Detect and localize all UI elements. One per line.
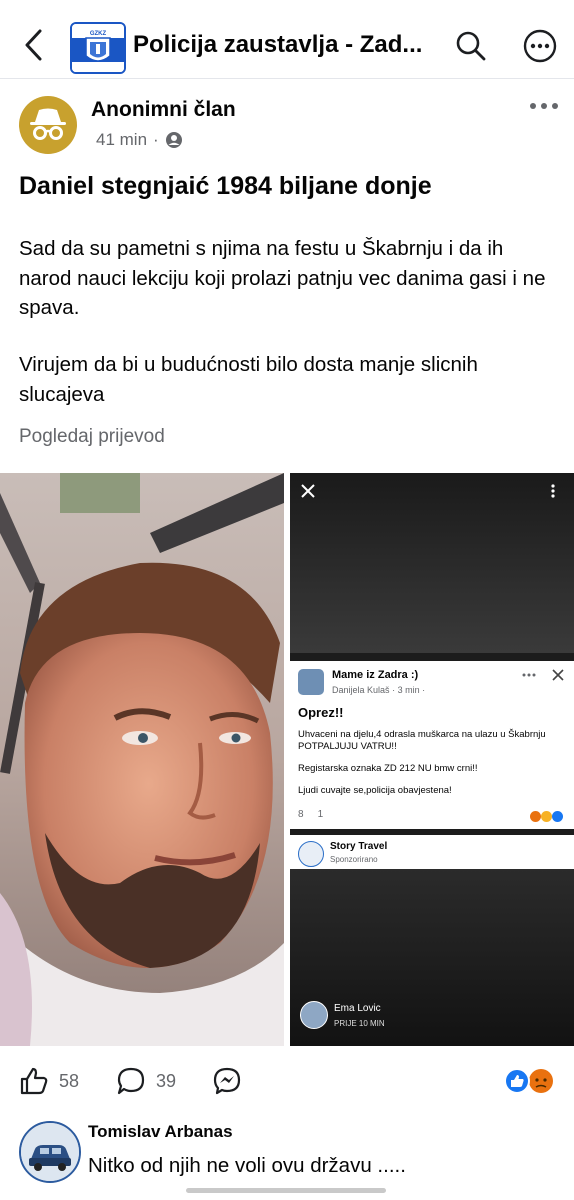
car-avatar-image [21, 1123, 79, 1181]
embedded-group-name: Mame iz Zadra :) [332, 669, 419, 681]
sponsor-name: Story Travel [330, 841, 388, 852]
embedded-dot-1: · [392, 685, 396, 695]
comment-author[interactable]: Tomislav Arbanas [88, 1122, 233, 1142]
comment-icon [117, 1067, 145, 1095]
sponsor-avatar [298, 841, 324, 867]
search-icon[interactable] [455, 30, 487, 62]
comment-avatar[interactable] [19, 1121, 81, 1183]
embedded-reactions [530, 809, 568, 822]
group-logo-image: GZKZ [72, 24, 124, 72]
story-user-avatar [300, 1001, 328, 1029]
post-body-paragraph-2: Virujem da bi u budućnosti bilo dosta ma… [19, 353, 478, 406]
post-photo-portrait[interactable] [0, 473, 284, 1046]
messenger-share-button[interactable] [212, 1066, 242, 1096]
embedded-likes: 8 [298, 809, 304, 820]
anonymous-avatar[interactable] [19, 96, 77, 154]
embedded-poster: Danijela Kulaš [332, 685, 390, 695]
post-body-paragraph-1: Sad da su pametni s njima na festu u Ška… [19, 237, 546, 319]
like-button[interactable]: 58 [19, 1066, 79, 1096]
like-icon [20, 1067, 48, 1095]
portrait-illustration [0, 473, 284, 1046]
post-photo-screenshot[interactable]: Mame iz Zadra :) Danijela Kulaš · 3 min … [290, 473, 574, 1046]
story-more-icon[interactable] [550, 483, 556, 499]
embedded-meta: Danijela Kulaš · 3 min · [332, 685, 425, 695]
embedded-comments: 1 [317, 809, 324, 820]
post-options-icon[interactable] [528, 98, 560, 114]
post-meta: 41 min · [96, 130, 183, 150]
embedded-post-card: Mame iz Zadra :) Danijela Kulaš · 3 min … [290, 661, 574, 829]
translate-link[interactable]: Pogledaj prijevod [19, 426, 165, 448]
story-top [290, 473, 574, 653]
embedded-time: 3 min [397, 685, 420, 695]
incognito-icon [30, 108, 66, 140]
embedded-close-icon [552, 669, 564, 681]
messenger-icon [213, 1067, 241, 1095]
members-icon [165, 132, 182, 148]
angry-reaction-icon [529, 1069, 553, 1093]
embedded-group-avatar [298, 669, 324, 695]
more-icon[interactable] [523, 29, 557, 63]
embedded-line-1: Uhvaceni na djelu,4 odrasla muškarca na … [298, 729, 546, 752]
group-title[interactable]: Policija zaustavlja - Zad... [133, 31, 422, 59]
comment-text: Nitko od njih ne voli ovu državu ..... [88, 1154, 406, 1177]
comment-button[interactable]: 39 [116, 1066, 176, 1096]
story-user: Ema Lovic [334, 1003, 381, 1014]
sponsor-label: Sponzorirano [330, 855, 378, 864]
embedded-more-icon [522, 673, 536, 677]
embedded-dot-2: · [422, 685, 426, 695]
post-author[interactable]: Anonimni član [91, 98, 236, 122]
post-time[interactable]: 41 min [96, 130, 147, 150]
reactions-summary[interactable] [504, 1068, 556, 1094]
comment-count: 39 [156, 1070, 177, 1091]
home-indicator [186, 1188, 386, 1193]
embedded-line-3: Ljudi cuvajte se,policija obavjestena! [298, 785, 452, 796]
embedded-line-2: Registarska oznaka ZD 212 NU bmw crni!! [298, 763, 478, 774]
post-title: Daniel stegnjaić 1984 biljane donje [19, 172, 432, 200]
story-time: PRIJE 10 MIN [334, 1019, 385, 1028]
like-count: 58 [59, 1070, 80, 1091]
meta-dot: · [153, 130, 159, 149]
embedded-heading: Oprez!! [298, 705, 344, 720]
top-bar: GZKZ Policija zaustavlja - Zad... [0, 0, 574, 79]
story-bottom [290, 869, 574, 1046]
close-icon[interactable] [300, 483, 316, 499]
svg-text:GZKZ: GZKZ [90, 31, 107, 37]
post-actions: 58 39 [0, 1058, 574, 1106]
sponsored-card: Story Travel Sponzorirano [290, 835, 574, 869]
back-arrow-icon[interactable] [22, 28, 46, 62]
group-logo[interactable]: GZKZ [70, 22, 126, 74]
embedded-actions: 8 1 [298, 809, 323, 820]
